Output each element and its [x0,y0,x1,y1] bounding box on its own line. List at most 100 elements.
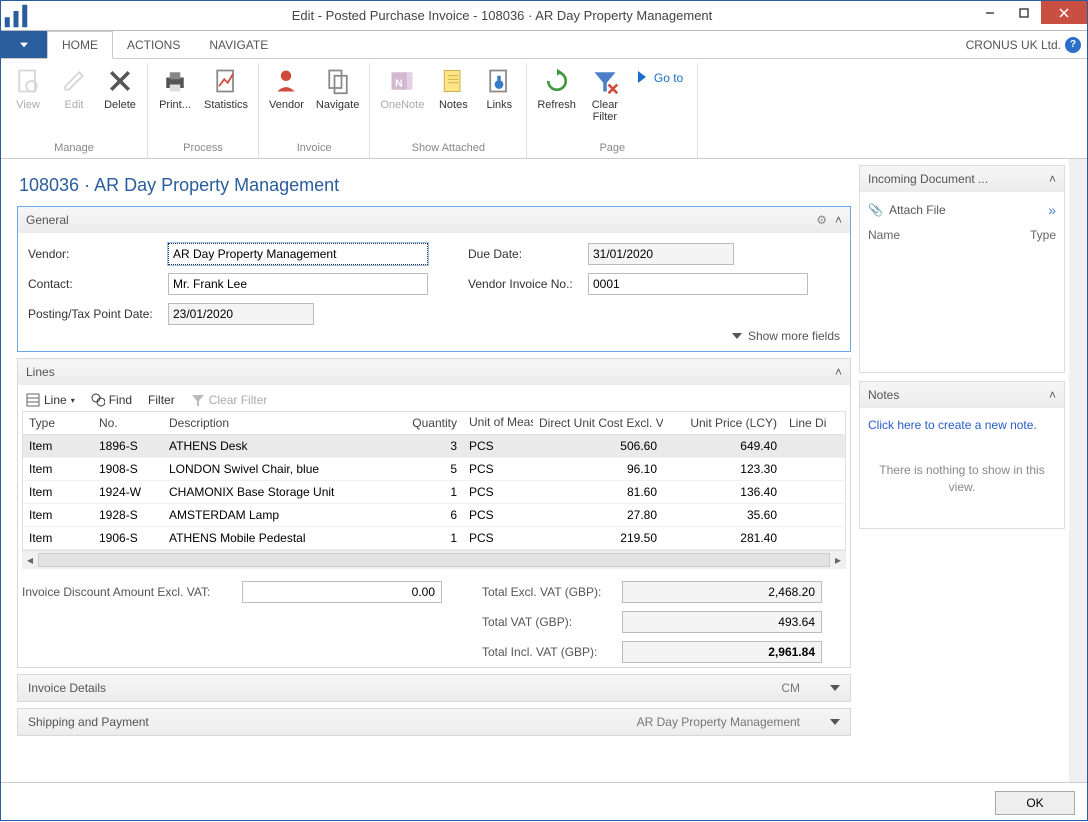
fasttab-invoice-details[interactable]: Invoice Details CM [17,674,851,702]
label-vat: Total VAT (GBP): [482,615,622,629]
company-label: CRONUS UK Ltd. ? [966,31,1087,58]
total-vat-field [622,611,822,633]
label-disc: Invoice Discount Amount Excl. VAT: [22,585,242,599]
total-excl-field [622,581,822,603]
label-excl: Total Excl. VAT (GBP): [482,585,622,599]
refresh-button[interactable]: Refresh [531,63,582,140]
paperclip-icon: 📎 [868,203,883,217]
note-icon [437,65,469,97]
due-date-field[interactable] [588,243,734,265]
statistics-button[interactable]: Statistics [198,63,254,140]
page-title: 108036 · AR Day Property Management [17,171,851,206]
notes-button[interactable]: Notes [430,63,476,140]
label-incl: Total Incl. VAT (GBP): [482,645,622,659]
link-icon [483,65,515,97]
navigate-icon [322,65,354,97]
close-button[interactable] [1041,1,1087,24]
col-name: Name [868,228,957,242]
goto-button[interactable]: Go to [628,63,693,140]
vendor-button[interactable]: Vendor [263,63,310,140]
tab-navigate[interactable]: NAVIGATE [195,31,283,58]
contact-field[interactable] [168,273,428,295]
table-row[interactable]: Item1896-SATHENS Desk3PCS506.60649.40 [23,435,845,458]
view-button: View [5,63,51,140]
horizontal-scrollbar[interactable]: ◂▸ [22,551,846,569]
maximize-button[interactable] [1007,1,1041,24]
footer: OK [1,782,1087,822]
view-icon [12,65,44,97]
label-vendinv: Vendor Invoice No.: [468,277,588,291]
file-menu[interactable] [1,31,47,58]
col-up[interactable]: Unit Price (LCY) [663,412,783,435]
app-icon [1,1,31,31]
factbox-pane: Incoming Document ...˄ 📎 Attach File » N… [859,159,1069,782]
label-contact: Contact: [28,277,168,291]
label-posting: Posting/Tax Point Date: [28,307,168,321]
links-button[interactable]: Links [476,63,522,140]
col-duc[interactable]: Direct Unit Cost Excl. VAT [533,412,663,435]
total-incl-field [622,641,822,663]
help-icon[interactable]: ? [1065,37,1081,53]
delete-button[interactable]: Delete [97,63,143,140]
ribbon-tabs: HOME ACTIONS NAVIGATE CRONUS UK Ltd. ? [1,31,1087,59]
vendor-invoice-field[interactable] [588,273,808,295]
fasttab-lines: Lines ˄ Line ▾ Find Filter Clear Filter … [17,358,851,668]
refresh-icon [541,65,573,97]
chevron-up-icon[interactable]: ˄ [835,213,842,227]
person-icon [270,65,302,97]
create-note-link[interactable]: Click here to create a new note. [868,414,1056,436]
discount-field[interactable] [242,581,442,603]
fasttab-general: General ⚙ ˄ Vendor: Contact: Posting/Tax… [17,206,851,352]
clear-filter-button[interactable]: Clear Filter [582,63,628,140]
col-no[interactable]: No. [93,412,163,435]
col-uom[interactable]: Unit of Measur... [463,412,533,435]
minimize-button[interactable] [973,1,1007,24]
chart-icon [210,65,242,97]
notes-empty: There is nothing to show in this view. [868,436,1056,496]
table-row[interactable]: Item1906-SATHENS Mobile Pedestal1PCS219.… [23,527,845,550]
notes-header[interactable]: Notes˄ [860,382,1064,408]
window-title: Edit - Posted Purchase Invoice - 108036 … [31,8,973,23]
col-lda[interactable]: Line Di [783,412,843,435]
gear-icon[interactable]: ⚙ [816,213,827,227]
svg-text:N: N [395,77,403,89]
col-type: Type [967,228,1056,242]
ok-button[interactable]: OK [995,791,1075,815]
tab-home[interactable]: HOME [47,31,113,59]
posting-date-field[interactable] [168,303,314,325]
label-vendor: Vendor: [28,247,168,261]
chevron-up-icon[interactable]: ˄ [835,365,842,379]
filter-button[interactable]: Filter [148,393,175,407]
printer-icon [159,65,191,97]
table-row[interactable]: Item1908-SLONDON Swivel Chair, blue5PCS9… [23,458,845,481]
show-more-fields[interactable]: Show more fields [28,325,840,343]
col-type[interactable]: Type [23,412,93,435]
incoming-doc-header[interactable]: Incoming Document ...˄ [860,166,1064,192]
col-qty[interactable]: Quantity [393,412,463,435]
delete-icon [104,65,136,97]
clear-filter-lines: Clear Filter [191,393,268,407]
attach-file[interactable]: 📎 Attach File » [868,198,1056,222]
find-button[interactable]: Find [91,393,132,407]
filter-icon [589,65,621,97]
pencil-icon [58,65,90,97]
col-desc[interactable]: Description [163,412,393,435]
lines-grid: Type No. Description Quantity Unit of Me… [22,411,846,551]
fasttab-shipping[interactable]: Shipping and Payment AR Day Property Man… [17,708,851,736]
navigate-button[interactable]: Navigate [310,63,365,140]
line-menu[interactable]: Line ▾ [26,393,75,407]
fasttab-general-header[interactable]: General ⚙ ˄ [18,207,850,233]
fasttab-lines-header[interactable]: Lines ˄ [18,359,850,385]
tab-actions[interactable]: ACTIONS [113,31,195,58]
print-button[interactable]: Print... [152,63,198,140]
onenote-button: N OneNote [374,63,430,140]
vertical-scrollbar[interactable] [1069,159,1087,782]
ribbon: View Edit Delete Manage Print... Statist… [1,59,1087,159]
label-due: Due Date: [468,247,588,261]
vendor-field[interactable] [168,243,428,265]
edit-button: Edit [51,63,97,140]
table-row[interactable]: Item1924-WCHAMONIX Base Storage Unit1PCS… [23,481,845,504]
table-row[interactable]: Item1928-SAMSTERDAM Lamp6PCS27.8035.60 [23,504,845,527]
titlebar: Edit - Posted Purchase Invoice - 108036 … [1,1,1087,31]
onenote-icon: N [386,65,418,97]
